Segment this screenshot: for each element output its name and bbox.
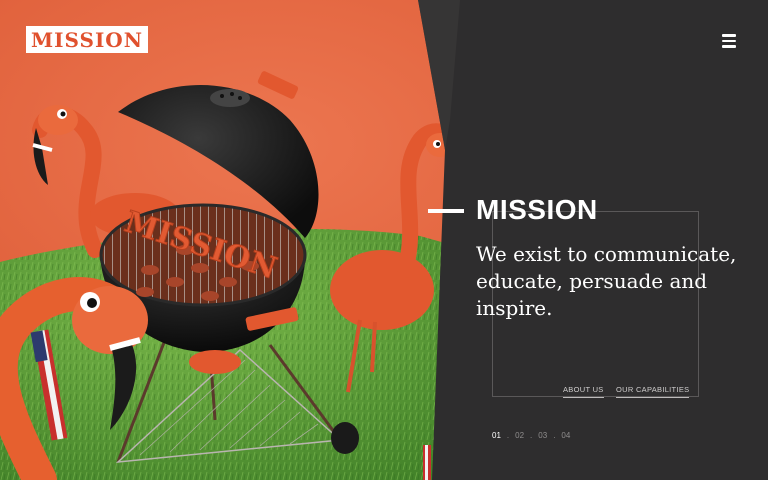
hamburger-menu-icon[interactable] <box>720 32 740 50</box>
page-04[interactable]: 04 <box>561 431 570 440</box>
section-body-text: We exist to communicate, educate, persua… <box>476 242 737 320</box>
page-02[interactable]: 02 <box>515 431 524 440</box>
pager-separator: . <box>553 431 556 440</box>
pager-separator: . <box>530 431 533 440</box>
pager-separator: . <box>506 431 510 440</box>
about-us-link[interactable]: ABOUT US <box>563 385 604 398</box>
heading-dash <box>428 209 464 213</box>
slide-pagination: 01 . 02 . 03 . 04 <box>492 431 570 440</box>
our-capabilities-link[interactable]: OUR CAPABILITIES <box>616 385 690 398</box>
brand-logo[interactable]: MISSION <box>26 26 148 53</box>
section-heading: MISSION <box>476 194 598 225</box>
page-03[interactable]: 03 <box>538 431 547 440</box>
page: MISSION MISSION MISSION We exist to comm… <box>0 0 768 480</box>
page-01[interactable]: 01 <box>492 431 501 440</box>
